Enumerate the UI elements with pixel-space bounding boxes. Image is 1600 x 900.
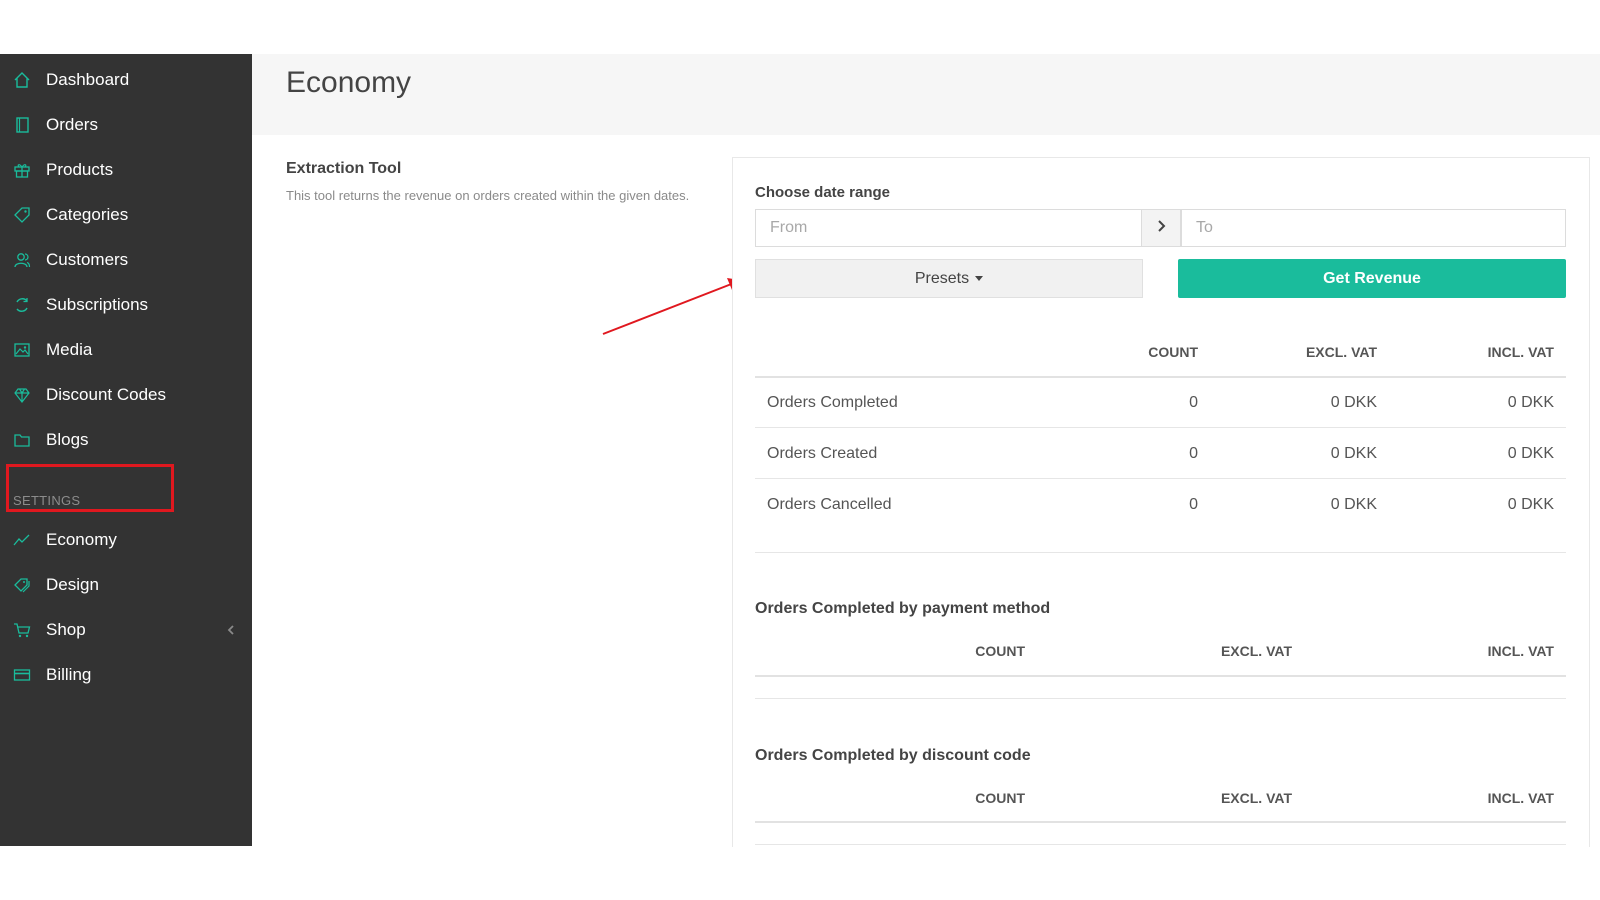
- sidebar-item-label: Shop: [46, 620, 86, 639]
- cart-icon: [13, 621, 31, 639]
- refresh-icon: [13, 296, 31, 314]
- table-divider: [755, 698, 1566, 699]
- discount-code-title: Orders Completed by discount code: [755, 747, 1031, 764]
- table-divider: [755, 427, 1566, 428]
- chevron-left-icon[interactable]: [224, 622, 238, 638]
- sidebar-item-label: Design: [46, 575, 99, 594]
- folder-icon: [13, 431, 31, 449]
- discount-header-excl-vat: EXCL. VAT: [1220, 790, 1292, 806]
- row-label: Orders Created: [767, 445, 878, 462]
- table-divider: [755, 844, 1566, 845]
- tool-description: This tool returns the revenue on orders …: [286, 188, 690, 203]
- sidebar-item-label: Blogs: [46, 430, 89, 449]
- row-count: 0: [1189, 496, 1198, 513]
- sidebar-item-label: Discount Codes: [46, 385, 167, 404]
- sidebar-item-dashboard[interactable]: Dashboard: [0, 60, 252, 100]
- tag-icon: [13, 206, 31, 224]
- sidebar-item-label: Customers: [46, 250, 129, 269]
- sidebar-item-label: Billing: [46, 665, 92, 684]
- caret-down-icon: [975, 276, 984, 281]
- tags-icon: [13, 576, 31, 594]
- users-icon: [13, 251, 31, 269]
- row-count: 0: [1189, 394, 1198, 411]
- gift-icon: [13, 161, 31, 179]
- page-title: Economy: [286, 66, 412, 99]
- sidebar-item-categories[interactable]: Categories: [0, 195, 252, 235]
- presets-dropdown-button[interactable]: Presets: [755, 259, 1143, 298]
- diamond-icon: [13, 386, 31, 404]
- get-revenue-button[interactable]: Get Revenue: [1178, 259, 1566, 298]
- chevron-right-icon: [1154, 218, 1168, 239]
- summary-header-incl-vat: INCL. VAT: [1487, 344, 1554, 360]
- sidebar-item-orders[interactable]: Orders: [0, 105, 252, 145]
- table-divider: [755, 552, 1566, 553]
- sidebar-item-label: Economy: [46, 530, 117, 549]
- sidebar: Dashboard Orders Products Categories Cus…: [0, 54, 252, 846]
- page-header: Economy: [252, 54, 1600, 135]
- sidebar-item-label: Dashboard: [46, 70, 130, 89]
- row-incl-vat: 0 DKK: [1507, 496, 1554, 513]
- home-icon: [13, 71, 31, 89]
- credit-card-icon: [13, 666, 31, 684]
- summary-header-count: COUNT: [1148, 344, 1198, 360]
- to-date-input[interactable]: [1181, 209, 1566, 247]
- table-divider: [755, 376, 1566, 378]
- book-icon: [13, 116, 31, 134]
- sidebar-item-design[interactable]: Design: [0, 565, 252, 605]
- payment-header-incl-vat: INCL. VAT: [1487, 643, 1554, 659]
- payment-method-title: Orders Completed by payment method: [755, 600, 1051, 617]
- arrow-annotation: [602, 278, 740, 335]
- chart-line-icon: [13, 531, 31, 549]
- row-count: 0: [1189, 445, 1198, 462]
- from-date-input[interactable]: [755, 209, 1142, 247]
- sidebar-item-label: Orders: [46, 115, 98, 134]
- image-icon: [13, 341, 31, 359]
- sidebar-item-blogs[interactable]: Blogs: [0, 420, 252, 460]
- payment-header-count: COUNT: [975, 643, 1025, 659]
- sidebar-item-products[interactable]: Products: [0, 150, 252, 190]
- discount-header-count: COUNT: [975, 790, 1025, 806]
- row-incl-vat: 0 DKK: [1507, 394, 1554, 411]
- sidebar-item-discount-codes[interactable]: Discount Codes: [0, 375, 252, 415]
- table-divider: [755, 821, 1566, 823]
- row-incl-vat: 0 DKK: [1507, 445, 1554, 462]
- payment-header-excl-vat: EXCL. VAT: [1220, 643, 1292, 659]
- sidebar-item-subscriptions[interactable]: Subscriptions: [0, 285, 252, 325]
- sidebar-item-billing[interactable]: Billing: [0, 655, 252, 695]
- row-excl-vat: 0 DKK: [1330, 496, 1377, 513]
- sidebar-item-economy[interactable]: Economy: [0, 520, 252, 560]
- sidebar-item-label: Subscriptions: [46, 295, 149, 314]
- table-divider: [755, 675, 1566, 677]
- economy-highlight-annotation: [6, 464, 174, 512]
- summary-header-excl-vat: EXCL. VAT: [1305, 344, 1377, 360]
- sidebar-item-customers[interactable]: Customers: [0, 240, 252, 280]
- date-range-label: Choose date range: [755, 184, 891, 201]
- sidebar-item-media[interactable]: Media: [0, 330, 252, 370]
- row-label: Orders Completed: [767, 394, 898, 411]
- date-range-separator: [1141, 209, 1181, 247]
- row-label: Orders Cancelled: [767, 496, 892, 513]
- row-excl-vat: 0 DKK: [1330, 445, 1377, 462]
- sidebar-item-label: Categories: [46, 205, 129, 224]
- presets-label: Presets: [914, 269, 970, 287]
- discount-header-incl-vat: INCL. VAT: [1487, 790, 1554, 806]
- sidebar-item-label: Media: [46, 340, 93, 359]
- table-divider: [755, 478, 1566, 479]
- tool-title: Extraction Tool: [286, 160, 402, 177]
- sidebar-item-label: Products: [46, 160, 114, 179]
- sidebar-item-shop[interactable]: Shop: [0, 610, 252, 650]
- row-excl-vat: 0 DKK: [1330, 394, 1377, 411]
